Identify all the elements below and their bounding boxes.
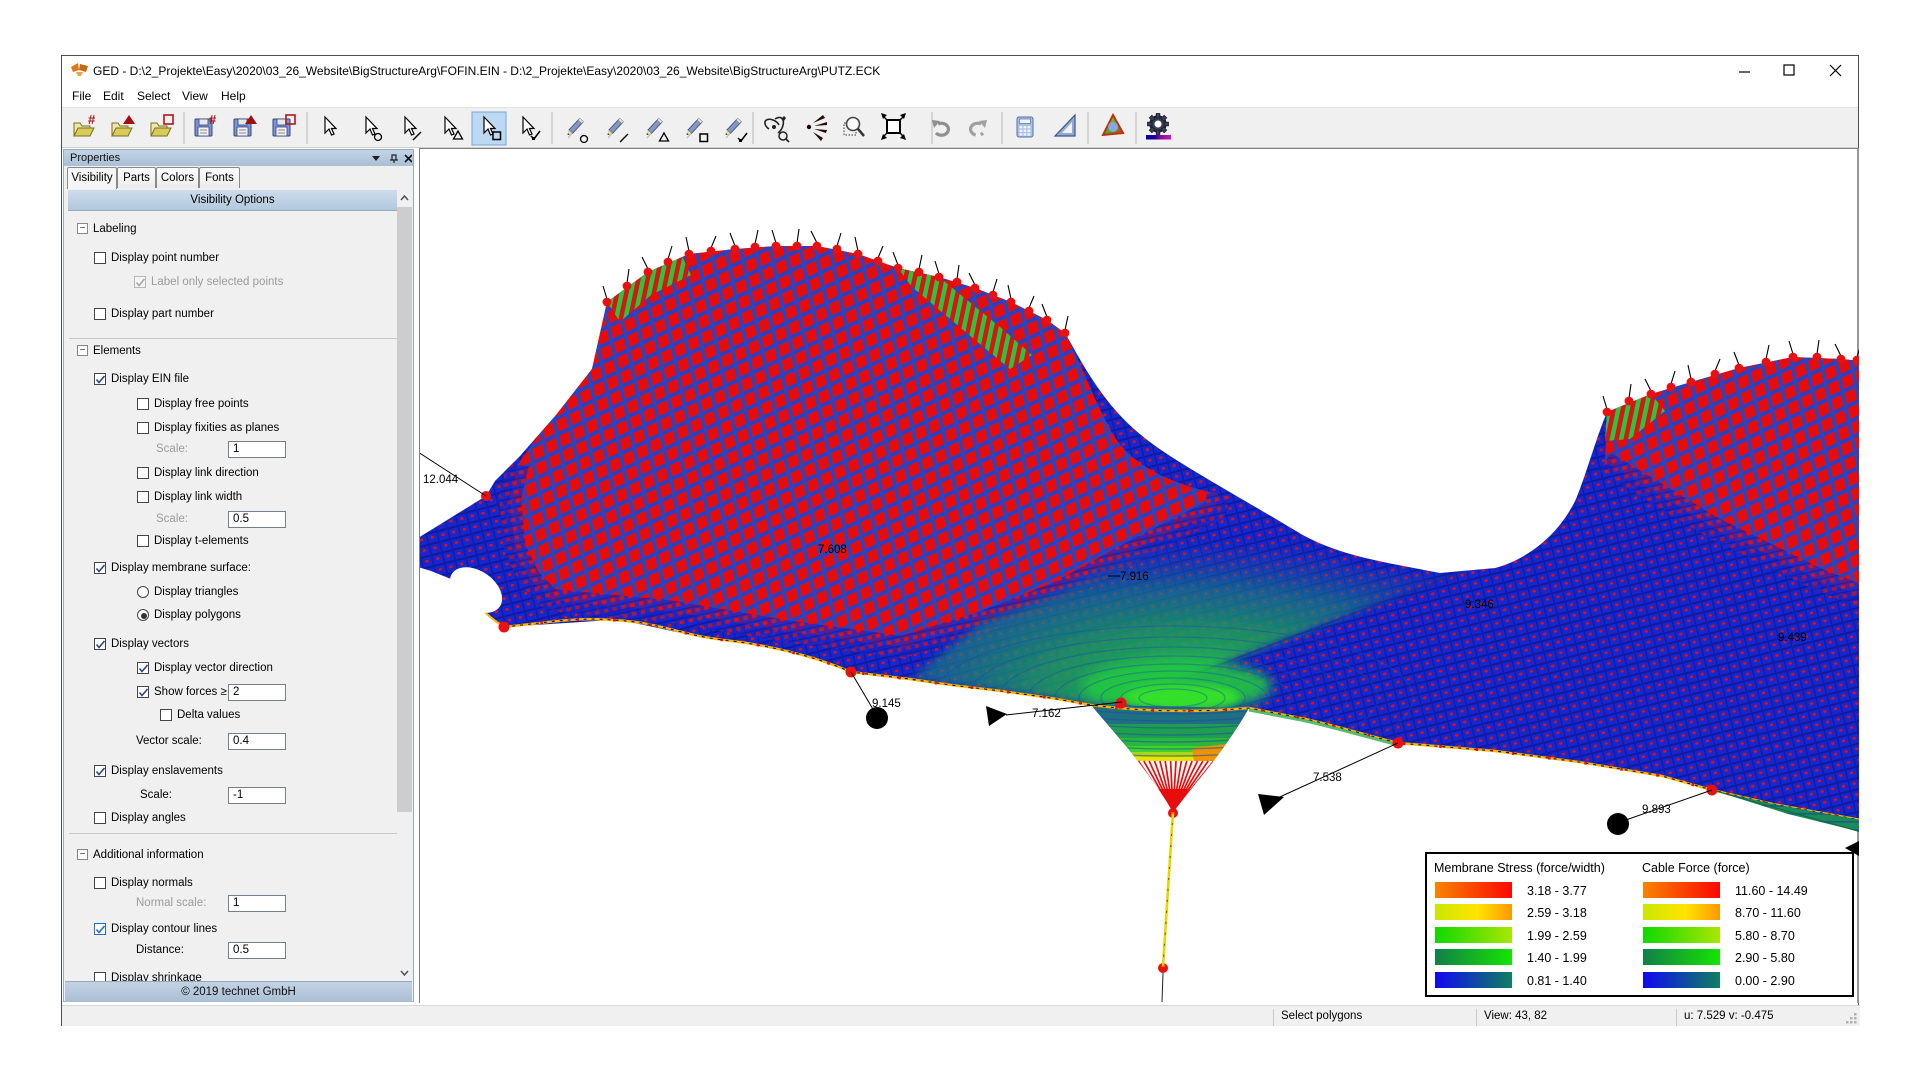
svg-text:1.40 - 1.99: 1.40 - 1.99 [1527, 951, 1587, 965]
svg-text:11.60 - 14.49: 11.60 - 14.49 [1735, 884, 1808, 898]
svg-text:3.18 - 3.77: 3.18 - 3.77 [1527, 884, 1587, 898]
svg-text:5.80 - 8.70: 5.80 - 8.70 [1735, 929, 1795, 943]
svg-text:7.608: 7.608 [818, 544, 847, 556]
svg-text:2.59 - 3.18: 2.59 - 3.18 [1527, 906, 1587, 920]
svg-text:Membrane Stress (force/width): Membrane Stress (force/width) [1434, 861, 1605, 875]
svg-text:2.90 - 5.80: 2.90 - 5.80 [1735, 951, 1795, 965]
svg-text:7.916: 7.916 [1120, 571, 1149, 583]
svg-text:#: # [209, 112, 217, 127]
svg-text:7.538: 7.538 [1313, 772, 1342, 784]
svg-text:1.99 - 2.59: 1.99 - 2.59 [1527, 929, 1587, 943]
svg-text:#: # [88, 112, 96, 127]
svg-text:9.346: 9.346 [1465, 599, 1494, 611]
svg-text:8.70 - 11.60: 8.70 - 11.60 [1735, 906, 1801, 920]
svg-text:9.439: 9.439 [1778, 632, 1807, 644]
svg-text:12.044: 12.044 [423, 474, 459, 486]
svg-text:0.81 - 1.40: 0.81 - 1.40 [1527, 974, 1587, 988]
svg-text:0.00 - 2.90: 0.00 - 2.90 [1735, 974, 1795, 988]
svg-text:7.162: 7.162 [1032, 708, 1061, 720]
svg-text:9.893: 9.893 [1642, 804, 1671, 816]
svg-text:Cable Force (force): Cable Force (force) [1642, 861, 1750, 875]
